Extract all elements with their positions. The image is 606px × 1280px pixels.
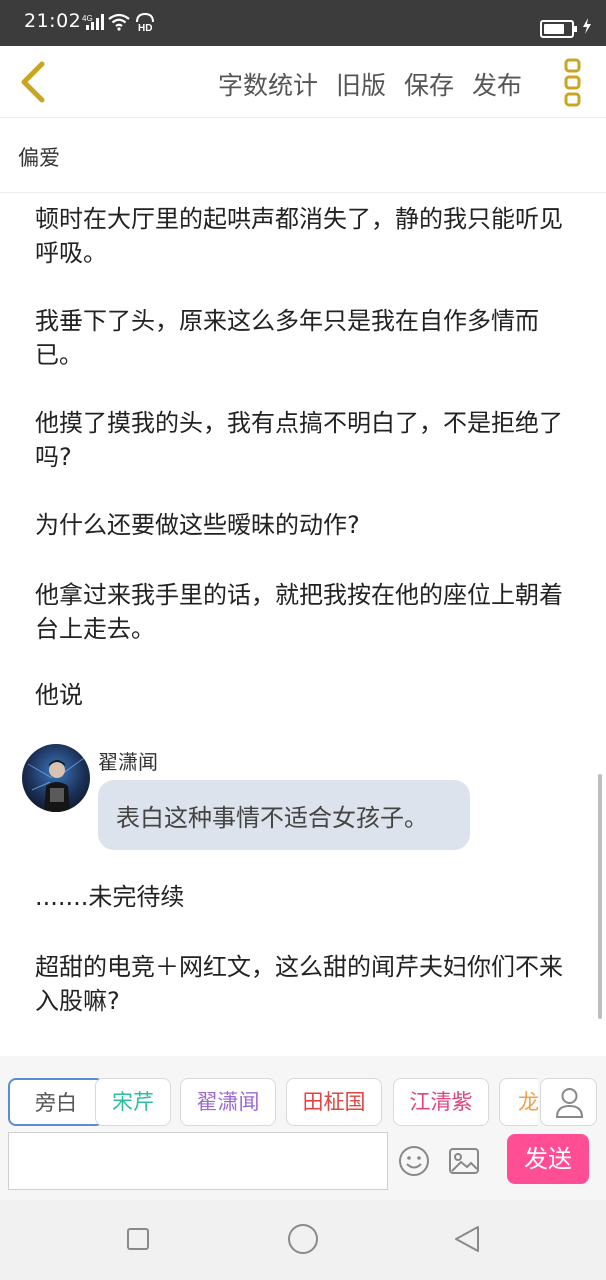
story-paragraph: .......未完待续 [35, 883, 185, 911]
header-actions: 字数统计 旧版 保存 发布 [218, 66, 522, 102]
send-button[interactable]: 发送 [507, 1134, 589, 1184]
back-nav-button[interactable] [452, 1224, 482, 1254]
image-icon [449, 1148, 479, 1174]
hd-label: HD [138, 23, 152, 32]
composer: 旁白 宋芹 翟潇闻 田柾国 江清紫 龙 发送 [0, 1056, 606, 1200]
old-version-button[interactable]: 旧版 [336, 66, 386, 102]
character-chip-long[interactable]: 龙 [499, 1078, 538, 1126]
battery-icon [540, 20, 577, 38]
character-chip-zhai-xiaowen[interactable]: 翟潇闻 [180, 1078, 276, 1126]
story-paragraph: 我垂下了头，原来这么多年只是我在自作多情而已。 [35, 307, 539, 369]
emoji-button[interactable] [398, 1145, 430, 1177]
story-paragraph: 他说 [35, 681, 83, 709]
story-title: 偏爱 [18, 146, 60, 170]
story-paragraph: 他拿过来我手里的话，就把我按在他的座位上朝着台上走去。 [35, 581, 563, 643]
avatar[interactable] [22, 744, 90, 812]
message-input[interactable] [8, 1132, 388, 1190]
save-button[interactable]: 保存 [404, 66, 454, 102]
chevron-left-icon [21, 61, 45, 103]
emoji-icon [399, 1146, 429, 1176]
home-button[interactable] [288, 1224, 318, 1254]
word-count-button[interactable]: 字数统计 [218, 66, 318, 102]
chat-bubble[interactable]: 表白这种事情不适合女孩子。 [98, 780, 470, 850]
story-paragraph: 他摸了摸我的头，我有点搞不明白了，不是拒绝了吗? [35, 409, 563, 471]
character-selector: 旁白 宋芹 翟潇闻 田柾国 江清紫 龙 [8, 1078, 538, 1128]
character-chip-narrator[interactable]: 旁白 [8, 1078, 104, 1126]
user-icon [555, 1088, 584, 1118]
chat-speaker-name: 翟潇闻 [98, 750, 158, 774]
add-character-button[interactable] [540, 1078, 597, 1126]
status-icons: 4G HD [82, 12, 156, 36]
story-title-row[interactable]: 偏爱 [0, 118, 606, 193]
hd-icon: HD [134, 12, 156, 36]
status-bar: 21:02 4G HD [0, 0, 606, 46]
image-button[interactable] [448, 1145, 480, 1177]
editor-header: 字数统计 旧版 保存 发布 [0, 46, 606, 118]
story-paragraph: 超甜的电竞＋网红文，这么甜的闻芹夫妇你们不来入股嘛? [35, 953, 563, 1015]
more-menu-button[interactable] [560, 58, 586, 108]
publish-button[interactable]: 发布 [472, 66, 522, 102]
charging-icon [582, 18, 592, 38]
character-chip-jiang-qingzi[interactable]: 江清紫 [393, 1078, 489, 1126]
wifi-icon [108, 13, 130, 35]
back-button[interactable] [14, 58, 54, 106]
character-chip-song-qin[interactable]: 宋芹 [95, 1078, 171, 1126]
scrollbar[interactable] [598, 774, 602, 1019]
signal-icon: 4G [82, 13, 104, 35]
three-dots-vertical-icon [564, 58, 581, 107]
triangle-back-icon [455, 1226, 479, 1252]
chat-message: 表白这种事情不适合女孩子。 [116, 804, 428, 832]
battery-level [544, 24, 564, 34]
story-paragraph: 顿时在大厅里的起哄声都消失了，静的我只能听见呼吸。 [35, 205, 563, 267]
recents-button[interactable] [127, 1228, 149, 1250]
story-paragraph: 为什么还要做这些暧昧的动作? [35, 511, 360, 539]
status-time: 21:02 [24, 10, 82, 32]
story-content: 顿时在大厅里的起哄声都消失了，静的我只能听见呼吸。 我垂下了头，原来这么多年只是… [0, 194, 606, 1056]
character-chip-tian-zhengguo[interactable]: 田柾国 [286, 1078, 382, 1126]
network-type: 4G [82, 14, 93, 23]
system-nav-bar [0, 1200, 606, 1280]
